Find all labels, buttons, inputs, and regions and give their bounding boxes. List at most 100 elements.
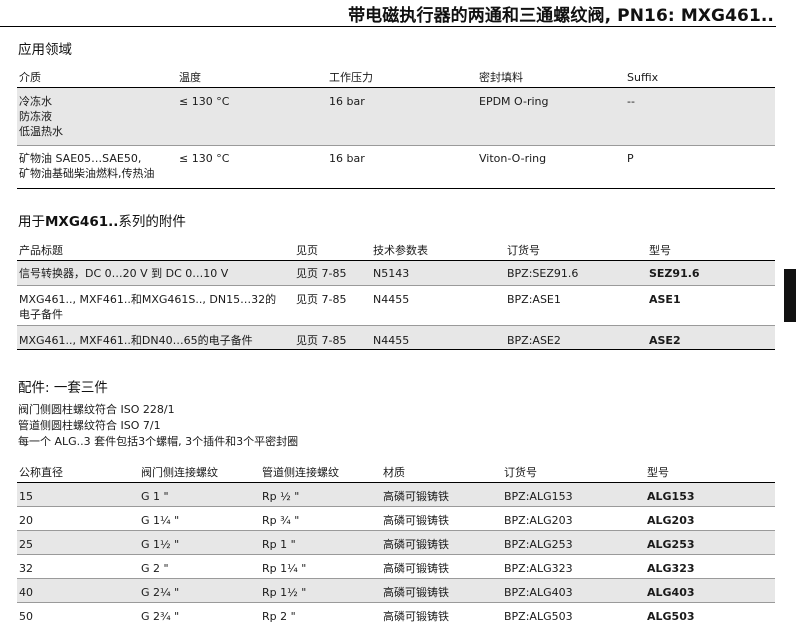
column-header: 温度 [177, 69, 327, 88]
type-cell: ASE1 [647, 285, 775, 326]
column-header: 阀门侧连接螺纹 [139, 464, 260, 483]
pressure-cell: 16 bar [327, 87, 477, 146]
material-cell: 高磷可锻铸铁 [381, 554, 502, 579]
table-row: MXG461.., MXF461..和MXG461S.., DN15…32的 电… [17, 285, 775, 326]
accessories-heading-model: MXG461.. [45, 214, 119, 230]
valve-thread-cell: G 2¼ " [139, 578, 260, 603]
type-cell: ALG323 [645, 554, 775, 579]
material-cell: 高磷可锻铸铁 [381, 506, 502, 531]
datasheet-cell: N4455 [371, 325, 505, 350]
accessories-heading-prefix: 用于 [18, 214, 45, 230]
fittings-table: 公称直径 阀门侧连接螺纹 管道侧连接螺纹 材质 订货号 型号 15 G 1 " … [17, 464, 775, 624]
type-cell: ALG153 [645, 482, 775, 507]
column-header: 型号 [645, 464, 775, 483]
applications-table: 介质 温度 工作压力 密封填料 Suffix 冷冻水 防冻液 低温热水 ≤ 13… [17, 69, 775, 189]
column-header: 订货号 [502, 464, 645, 483]
temperature-cell: ≤ 130 °C [177, 87, 327, 146]
medium-line: 矿物油基础柴油燃料,传热油 [19, 167, 155, 180]
column-header: 材质 [381, 464, 502, 483]
medium-line: 低温热水 [19, 125, 63, 138]
accessories-table: 产品标题 见页 技术参数表 订货号 型号 信号转换器，DC 0…20 V 到 D… [17, 242, 775, 350]
section-marker-tab [784, 269, 796, 322]
table-row: 矿物油 SAE05…SAE50, 矿物油基础柴油燃料,传热油 ≤ 130 °C … [17, 145, 775, 189]
type-cell: ALG503 [647, 610, 695, 623]
fittings-header-row: 公称直径 阀门侧连接螺纹 管道侧连接螺纹 材质 订货号 型号 [17, 464, 775, 483]
product-title-cell: MXG461.., MXF461..和MXG461S.., DN15…32的 电… [17, 285, 294, 326]
fittings-note: 阀门侧圆柱螺纹符合 ISO 228/1 [18, 403, 175, 416]
valve-thread-cell: G 1¼ " [139, 506, 260, 531]
table-row: 信号转换器，DC 0…20 V 到 DC 0…10 V 见页 7-85 N514… [17, 260, 775, 286]
column-header: 见页 [294, 242, 371, 261]
table-row: 32 G 2 " Rp 1¼ " 高磷可锻铸铁 BPZ:ALG323 ALG32… [17, 554, 775, 579]
suffix-cell: -- [625, 87, 775, 146]
column-header: 产品标题 [17, 242, 294, 261]
column-header: 工作压力 [327, 69, 477, 88]
applications-header-row: 介质 温度 工作压力 密封填料 Suffix [17, 69, 775, 88]
dn-cell: 15 [17, 482, 139, 507]
pipe-thread-cell: Rp ½ " [260, 482, 381, 507]
accessories-header-row: 产品标题 见页 技术参数表 订货号 型号 [17, 242, 775, 261]
dn-cell: 50 [19, 610, 33, 623]
table-row: 25 G 1½ " Rp 1 " 高磷可锻铸铁 BPZ:ALG253 ALG25… [17, 530, 775, 555]
order-number-cell: BPZ:ALG503 [504, 610, 573, 623]
pipe-thread-cell: Rp 2 " [262, 610, 296, 623]
product-title-cell: 信号转换器，DC 0…20 V 到 DC 0…10 V [17, 260, 294, 286]
material-cell: 高磷可锻铸铁 [383, 610, 449, 623]
medium-cell: 矿物油 SAE05…SAE50, 矿物油基础柴油燃料,传热油 [17, 145, 177, 189]
title-divider [0, 26, 776, 27]
type-cell: ALG403 [645, 578, 775, 603]
column-header: 公称直径 [17, 464, 139, 483]
seal-cell: Viton-O-ring [477, 145, 625, 189]
material-cell: 高磷可锻铸铁 [381, 578, 502, 603]
accessories-heading-suffix: 系列的附件 [118, 214, 186, 230]
pipe-thread-cell: Rp 1½ " [260, 578, 381, 603]
table-row: 50 G 2¾ " Rp 2 " 高磷可锻铸铁 BPZ:ALG503 ALG50… [17, 603, 775, 625]
page-ref-cell: 见页 7-85 [294, 260, 371, 286]
valve-thread-cell: G 2 " [139, 554, 260, 579]
medium-cell: 冷冻水 防冻液 低温热水 [17, 87, 177, 146]
fittings-heading: 配件: 一套三件 [18, 380, 108, 396]
type-cell: ASE2 [647, 325, 775, 350]
order-number-cell: BPZ:ALG403 [502, 578, 645, 603]
product-title-line: 电子备件 [19, 308, 63, 321]
column-header: Suffix [625, 69, 775, 88]
applications-heading: 应用领域 [18, 42, 72, 58]
pipe-thread-cell: Rp 1¼ " [260, 554, 381, 579]
table-row: 40 G 2¼ " Rp 1½ " 高磷可锻铸铁 BPZ:ALG403 ALG4… [17, 578, 775, 603]
valve-thread-cell: G 1 " [139, 482, 260, 507]
medium-line: 防冻液 [19, 110, 52, 123]
page-ref-cell: 见页 7-85 [294, 285, 371, 326]
valve-thread-cell: G 1½ " [139, 530, 260, 555]
column-header: 密封填料 [477, 69, 625, 88]
valve-thread-cell: G 2¾ " [141, 610, 180, 623]
medium-line: 矿物油 SAE05…SAE50, [19, 152, 142, 165]
temperature-cell: ≤ 130 °C [177, 145, 327, 189]
datasheet-cell: N4455 [371, 285, 505, 326]
order-number-cell: BPZ:ASE2 [505, 325, 647, 350]
type-cell: ALG253 [645, 530, 775, 555]
product-title-cell: MXG461.., MXF461..和DN40…65的电子备件 [17, 325, 294, 350]
column-header: 管道侧连接螺纹 [260, 464, 381, 483]
type-cell: ALG203 [645, 506, 775, 531]
material-cell: 高磷可锻铸铁 [381, 482, 502, 507]
order-number-cell: BPZ:ALG323 [502, 554, 645, 579]
dn-cell: 20 [17, 506, 139, 531]
order-number-cell: BPZ:ALG203 [502, 506, 645, 531]
type-cell: SEZ91.6 [647, 260, 775, 286]
column-header: 介质 [17, 69, 177, 88]
column-header: 技术参数表 [371, 242, 505, 261]
seal-cell: EPDM O-ring [477, 87, 625, 146]
table-row: MXG461.., MXF461..和DN40…65的电子备件 见页 7-85 … [17, 325, 775, 350]
fittings-note: 管道侧圆柱螺纹符合 ISO 7/1 [18, 419, 161, 432]
datasheet-cell: N5143 [371, 260, 505, 286]
page-title: 带电磁执行器的两通和三通螺纹阀, PN16: MXG461.. [348, 6, 774, 26]
dn-cell: 40 [17, 578, 139, 603]
order-number-cell: BPZ:ALG153 [502, 482, 645, 507]
table-row: 20 G 1¼ " Rp ¾ " 高磷可锻铸铁 BPZ:ALG203 ALG20… [17, 506, 775, 531]
suffix-cell: P [625, 145, 775, 189]
column-header: 型号 [647, 242, 775, 261]
dn-cell: 32 [17, 554, 139, 579]
order-number-cell: BPZ:ASE1 [505, 285, 647, 326]
dn-cell: 25 [17, 530, 139, 555]
medium-line: 冷冻水 [19, 95, 52, 108]
